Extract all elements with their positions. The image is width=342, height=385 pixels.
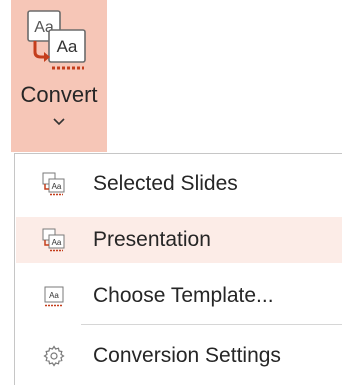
menu-item-choose-template[interactable]: Aa Choose Template... — [16, 273, 342, 319]
menu-item-conversion-settings[interactable]: Conversion Settings — [16, 333, 342, 379]
presentation-icon-glyph: Aa — [52, 238, 62, 247]
convert-dropdown-menu: Aa Selected Slides Aa Presentation Aa Ch… — [14, 153, 342, 385]
selected-slides-icon-glyph: Aa — [52, 182, 62, 191]
convert-icon: Aa Aa — [27, 10, 86, 70]
choose-template-icon: Aa — [44, 286, 64, 307]
choose-template-icon-glyph: Aa — [49, 291, 59, 300]
convert-label: Convert — [20, 82, 98, 107]
menu-item-selected-slides[interactable]: Aa Selected Slides — [16, 161, 342, 207]
chevron-down-icon[interactable] — [53, 118, 65, 126]
convert-icon-front-glyph: Aa — [57, 37, 78, 56]
gear-icon — [43, 345, 65, 367]
menu-item-label: Choose Template... — [93, 284, 274, 307]
menu-item-presentation[interactable]: Aa Presentation — [16, 217, 342, 263]
presentation-icon: Aa — [42, 228, 65, 252]
convert-ribbon-button[interactable]: Aa Aa Convert — [11, 0, 107, 152]
menu-item-label: Presentation — [93, 228, 211, 251]
menu-item-label: Selected Slides — [93, 172, 238, 195]
menu-item-label: Conversion Settings — [93, 344, 281, 367]
selected-slides-icon: Aa — [42, 172, 65, 196]
menu-separator — [81, 324, 342, 325]
